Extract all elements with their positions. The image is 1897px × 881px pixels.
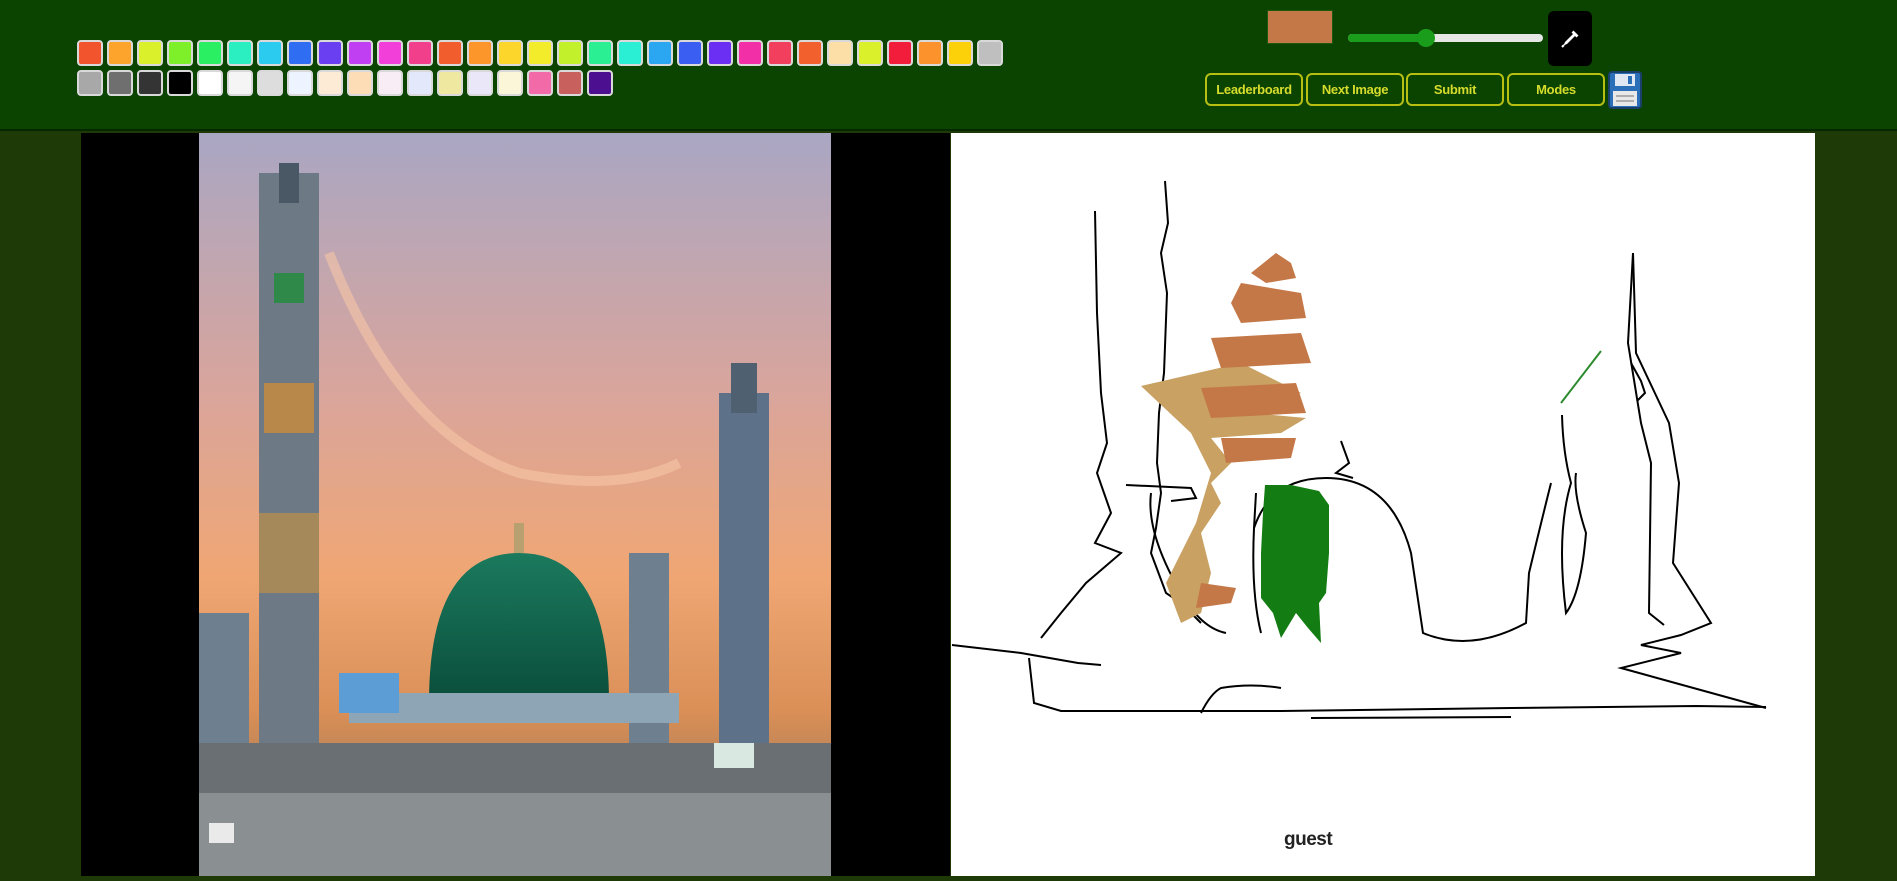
color-swatch[interactable] [887, 40, 913, 66]
color-swatch[interactable] [167, 40, 193, 66]
color-swatch[interactable] [347, 70, 373, 96]
drawing-canvas[interactable] [951, 133, 1815, 876]
palette-row-2 [77, 70, 1007, 100]
color-swatch[interactable] [917, 40, 943, 66]
color-swatch[interactable] [737, 40, 763, 66]
color-swatch[interactable] [287, 40, 313, 66]
color-swatch[interactable] [497, 40, 523, 66]
color-swatch[interactable] [107, 70, 133, 96]
color-swatch[interactable] [437, 40, 463, 66]
reference-image [199, 133, 831, 876]
eyedropper-icon [1561, 30, 1579, 48]
color-swatch[interactable] [197, 40, 223, 66]
color-swatch[interactable] [167, 70, 193, 96]
submit-button[interactable]: Submit [1406, 73, 1504, 106]
color-swatch[interactable] [137, 70, 163, 96]
color-swatch[interactable] [347, 40, 373, 66]
color-swatch[interactable] [707, 40, 733, 66]
color-swatch[interactable] [767, 40, 793, 66]
modes-button[interactable]: Modes [1507, 73, 1605, 106]
color-swatch[interactable] [557, 40, 583, 66]
color-swatch[interactable] [587, 40, 613, 66]
color-swatch[interactable] [947, 40, 973, 66]
color-swatch[interactable] [467, 70, 493, 96]
color-swatch[interactable] [77, 40, 103, 66]
color-swatch[interactable] [317, 70, 343, 96]
color-swatch[interactable] [497, 70, 523, 96]
color-swatch[interactable] [287, 70, 313, 96]
color-swatch[interactable] [527, 40, 553, 66]
color-swatch[interactable] [857, 40, 883, 66]
color-swatch[interactable] [527, 70, 553, 96]
brush-size-slider[interactable] [1348, 34, 1543, 42]
leaderboard-button[interactable]: Leaderboard [1205, 73, 1303, 106]
username-label: guest [1284, 829, 1333, 850]
color-swatch[interactable] [977, 40, 1003, 66]
slider-fill [1348, 34, 1426, 42]
color-swatch[interactable] [377, 70, 403, 96]
next-image-button[interactable]: Next Image [1306, 73, 1404, 106]
color-swatch[interactable] [437, 70, 463, 96]
toolbar: Leaderboard Next Image Submit Modes [0, 0, 1897, 131]
color-swatch[interactable] [317, 40, 343, 66]
color-swatch[interactable] [407, 70, 433, 96]
palette-row-1 [77, 40, 1007, 70]
color-swatch[interactable] [617, 40, 643, 66]
color-swatch[interactable] [77, 70, 103, 96]
color-swatch[interactable] [257, 40, 283, 66]
color-swatch[interactable] [197, 70, 223, 96]
eyedropper-button[interactable] [1548, 11, 1592, 66]
color-swatch[interactable] [377, 40, 403, 66]
color-swatch[interactable] [587, 70, 613, 96]
color-swatch[interactable] [467, 40, 493, 66]
current-color-preview [1267, 10, 1333, 44]
color-swatch[interactable] [407, 40, 433, 66]
color-swatch[interactable] [227, 40, 253, 66]
color-swatch[interactable] [557, 70, 583, 96]
color-swatch[interactable] [677, 40, 703, 66]
color-swatch[interactable] [647, 40, 673, 66]
color-swatch[interactable] [227, 70, 253, 96]
color-swatch[interactable] [797, 40, 823, 66]
color-swatch[interactable] [827, 40, 853, 66]
color-palette [77, 40, 1007, 100]
floppy-disk-icon[interactable] [1608, 71, 1642, 109]
color-swatch[interactable] [257, 70, 283, 96]
slider-thumb[interactable] [1417, 29, 1435, 47]
color-swatch[interactable] [107, 40, 133, 66]
color-swatch[interactable] [137, 40, 163, 66]
